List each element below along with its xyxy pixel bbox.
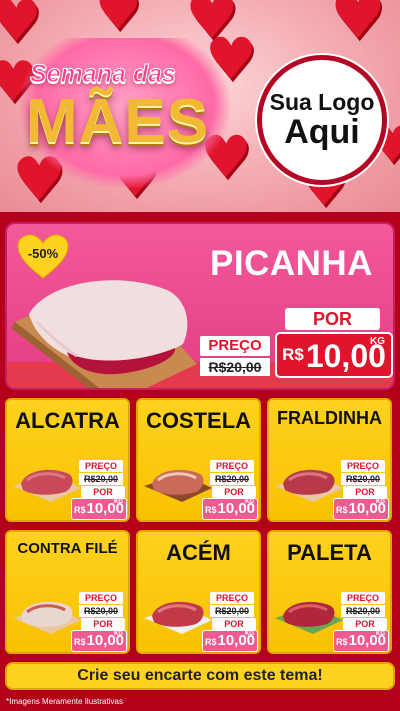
product-new-price: R$ 10,00 KG: [71, 630, 127, 652]
featured-currency: R$: [282, 345, 304, 364]
featured-old-price: R$20,00: [200, 358, 270, 376]
product-currency: R$: [73, 505, 86, 515]
featured-unit: KG: [370, 336, 385, 347]
product-por-label: POR: [212, 486, 256, 498]
product-new-price: R$ 10,00 KG: [333, 498, 389, 520]
product-new-price: R$ 10,00 KG: [71, 498, 127, 520]
heart-balloon-icon: ♥: [95, 0, 142, 42]
product-new-price: R$ 10,00 KG: [333, 630, 389, 652]
product-old-price: R$20,00: [79, 473, 123, 485]
product-meat-image: [13, 469, 81, 502]
campaign-title-line2: MÃES: [26, 87, 210, 156]
product-currency: R$: [335, 637, 348, 647]
product-por-label: POR: [343, 486, 387, 498]
product-card[interactable]: CONTRA FILÉ PREÇO R$20,00 POR R$ 10,00 K…: [5, 530, 130, 654]
campaign-title-line1: Semana das: [30, 60, 177, 89]
product-meat-image: [275, 469, 343, 502]
product-old-price-value: R$20,00: [214, 474, 250, 484]
product-old-price: R$20,00: [341, 605, 385, 617]
product-por-label: POR: [343, 618, 387, 630]
product-old-price: R$20,00: [210, 473, 254, 485]
product-preco-label: PREÇO: [341, 592, 385, 604]
product-meat-image: [144, 601, 212, 634]
product-currency: R$: [73, 637, 86, 647]
logo-text-line2: Aqui: [284, 112, 360, 151]
product-unit: KG: [376, 631, 385, 637]
product-old-price-value: R$20,00: [83, 474, 119, 484]
product-card[interactable]: COSTELA PREÇO R$20,00 POR R$ 10,00 KG: [136, 398, 261, 522]
product-unit: KG: [114, 631, 123, 637]
product-old-price: R$20,00: [341, 473, 385, 485]
discount-badge: -50%: [17, 234, 69, 280]
product-preco-label: PREÇO: [79, 460, 123, 472]
product-old-price-value: R$20,00: [214, 606, 250, 616]
disclaimer-text: *Imagens Meramente Ilustrativas: [6, 697, 123, 706]
featured-product-name: PICANHA: [210, 244, 373, 283]
product-card[interactable]: PALETA PREÇO R$20,00 POR R$ 10,00 KG: [267, 530, 392, 654]
product-meat-image: [13, 601, 81, 634]
product-preco-label: PREÇO: [210, 460, 254, 472]
product-currency: R$: [204, 505, 217, 515]
product-unit: KG: [114, 499, 123, 505]
featured-product-card[interactable]: -50% PICANHA PREÇO R$20,00 POR R$ 10,00 …: [5, 222, 395, 390]
product-preco-label: PREÇO: [210, 592, 254, 604]
heart-balloon-icon: ♥: [330, 0, 386, 53]
product-meat-image: [275, 601, 343, 634]
product-name: COSTELA: [145, 408, 252, 433]
product-name: ACÉM: [166, 540, 231, 565]
product-por-label: POR: [81, 486, 125, 498]
product-name: FRALDINHA: [277, 408, 382, 428]
product-unit: KG: [245, 499, 254, 505]
product-card[interactable]: FRALDINHA PREÇO R$20,00 POR R$ 10,00 KG: [267, 398, 392, 522]
product-name: CONTRA FILÉ: [17, 540, 118, 557]
product-name: ALCATRA: [15, 408, 120, 433]
product-old-price-value: R$20,00: [345, 606, 381, 616]
product-unit: KG: [376, 499, 385, 505]
product-currency: R$: [335, 505, 348, 515]
product-preco-label: PREÇO: [79, 592, 123, 604]
product-new-price: R$ 10,00 KG: [202, 630, 258, 652]
logo-text-line1: Sua Logo: [269, 88, 375, 115]
discount-label: -50%: [27, 246, 59, 261]
product-meat-image: [144, 469, 212, 502]
product-preco-label: PREÇO: [341, 460, 385, 472]
product-name: PALETA: [287, 540, 372, 565]
product-por-label: POR: [81, 618, 125, 630]
header-banner: ♥ ♥ ♥ ♥ ♥ ♥ ♥ ♥ ♥ ♥ ♥ Semana das MÃES Su…: [0, 0, 400, 212]
featured-old-price-value: R$20,00: [208, 359, 262, 375]
product-new-price: R$ 10,00 KG: [202, 498, 258, 520]
product-currency: R$: [204, 637, 217, 647]
featured-new-price: R$ 10,00 KG: [275, 332, 393, 378]
product-card[interactable]: ACÉM PREÇO R$20,00 POR R$ 10,00 KG: [136, 530, 261, 654]
featured-preco-label: PREÇO: [200, 336, 270, 356]
product-card[interactable]: ALCATRA PREÇO R$20,00 POR R$ 10,00 KG: [5, 398, 130, 522]
logo-placeholder: Sua Logo Aqui: [257, 55, 387, 185]
product-old-price-value: R$20,00: [83, 606, 119, 616]
product-old-price-value: R$20,00: [345, 474, 381, 484]
product-old-price: R$20,00: [79, 605, 123, 617]
product-por-label: POR: [212, 618, 256, 630]
featured-por-label: POR: [285, 308, 380, 330]
product-unit: KG: [245, 631, 254, 637]
product-old-price: R$20,00: [210, 605, 254, 617]
cta-banner[interactable]: Crie seu encarte com este tema!: [5, 662, 395, 690]
